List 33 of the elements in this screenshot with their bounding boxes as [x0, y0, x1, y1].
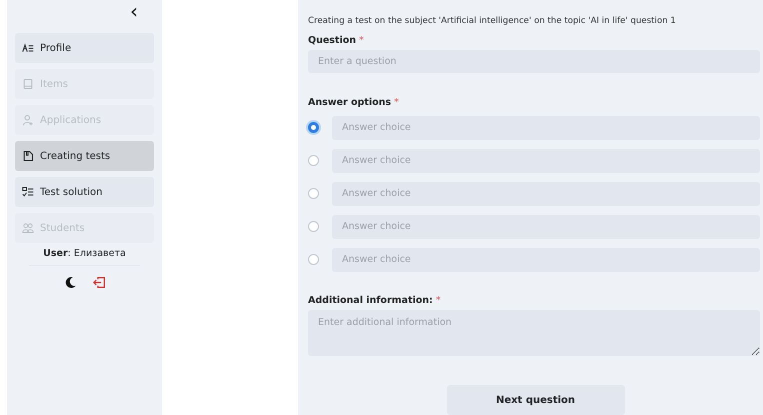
radio-button[interactable] — [308, 122, 319, 134]
nav-item[interactable]: Test solution — [15, 177, 154, 207]
logout-icon[interactable] — [92, 276, 106, 289]
required-mark: * — [436, 294, 441, 306]
form-heading: Creating a test on the subject 'Artificial intelligence' on the topic 'AI in life' question 1 — [308, 16, 677, 26]
answer-field[interactable]: Answer choice — [332, 182, 760, 206]
moon-icon[interactable] — [64, 276, 76, 289]
radio-button[interactable] — [308, 221, 319, 232]
profile-icon — [22, 42, 34, 54]
required-mark: * — [359, 35, 364, 46]
field-label: Answer options — [308, 96, 392, 108]
file-icon — [22, 150, 34, 162]
user-plus-icon — [22, 114, 34, 126]
field-label: Additional information: — [308, 294, 433, 306]
radio-button[interactable] — [308, 254, 319, 266]
question-field[interactable]: Enter a question — [308, 50, 760, 73]
answer-field[interactable]: Answer choice — [332, 214, 760, 239]
next-question-button[interactable]: Next question — [446, 385, 624, 415]
field-label: Question — [308, 35, 356, 46]
answer-field[interactable]: Answer choice — [332, 116, 760, 140]
answer-field[interactable]: Answer choice — [332, 248, 760, 272]
nav-item[interactable]: Profile — [15, 33, 154, 63]
checklist-icon — [22, 186, 34, 198]
user-name: User: Елизавета — [43, 248, 126, 259]
additional-info-field[interactable]: Enter additional information — [308, 310, 760, 356]
required-mark: * — [394, 96, 399, 108]
users-icon — [22, 222, 34, 234]
answer-field[interactable]: Answer choice — [332, 148, 760, 173]
nav-item[interactable]: Creating tests — [15, 141, 154, 171]
collapse-button[interactable]: ‹ — [130, 0, 154, 22]
radio-button[interactable] — [308, 188, 319, 200]
book-icon — [22, 78, 34, 90]
radio-button[interactable] — [308, 155, 319, 166]
